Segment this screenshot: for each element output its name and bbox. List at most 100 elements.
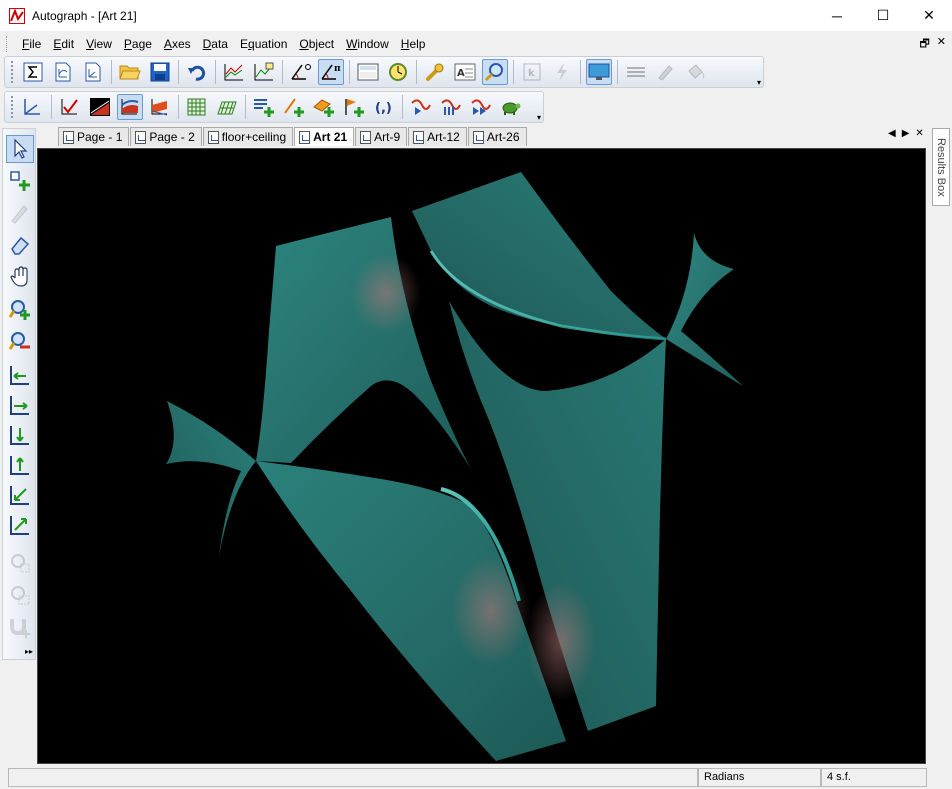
mdi-restore-button[interactable]: 🗗 bbox=[919, 35, 929, 54]
pencil-icon bbox=[6, 199, 34, 227]
turtle-icon[interactable] bbox=[498, 94, 524, 120]
add-point-icon[interactable] bbox=[6, 167, 34, 195]
color-fill-2-icon[interactable] bbox=[117, 94, 143, 120]
color-fill-1-icon[interactable] bbox=[87, 94, 113, 120]
toolbar-separator bbox=[178, 95, 179, 119]
page-icon bbox=[413, 130, 425, 144]
open-folder-icon[interactable] bbox=[117, 59, 143, 85]
menu-file[interactable]: File bbox=[16, 34, 47, 54]
tab-page-1[interactable]: Page - 1 bbox=[58, 127, 130, 146]
zoom-in-icon[interactable] bbox=[6, 295, 34, 323]
svg-text:π: π bbox=[334, 64, 341, 74]
menu-view[interactable]: View bbox=[80, 34, 118, 54]
scale-x-out-icon[interactable] bbox=[6, 391, 34, 419]
display-icon[interactable] bbox=[586, 59, 612, 85]
wrench-icon[interactable] bbox=[422, 59, 448, 85]
add-line-icon[interactable] bbox=[281, 94, 307, 120]
angle-degrees-icon[interactable] bbox=[288, 59, 314, 85]
save-icon[interactable] bbox=[147, 59, 173, 85]
results-box-tab[interactable]: Results Box bbox=[932, 128, 950, 206]
arrow-2-icon[interactable] bbox=[438, 94, 464, 120]
tick-graph-icon[interactable] bbox=[57, 94, 83, 120]
maximize-button[interactable]: ☐ bbox=[860, 0, 906, 31]
status-precision[interactable]: 4 s.f. bbox=[821, 768, 927, 787]
graph-canvas[interactable] bbox=[37, 148, 926, 764]
scale-both-out-icon[interactable] bbox=[6, 511, 34, 539]
eraser-icon[interactable] bbox=[6, 231, 34, 259]
menu-grip[interactable] bbox=[6, 36, 10, 52]
animation-controller-icon[interactable] bbox=[385, 59, 411, 85]
tab-art-26[interactable]: Art-26 bbox=[467, 127, 527, 146]
angle-radians-icon[interactable]: π bbox=[318, 59, 344, 85]
scale-both-in-icon[interactable] bbox=[6, 481, 34, 509]
text-box-icon[interactable]: A bbox=[452, 59, 478, 85]
zoom-out-icon[interactable] bbox=[6, 327, 34, 355]
zoom-magnifier-icon[interactable] bbox=[482, 59, 508, 85]
calculator-icon[interactable] bbox=[355, 59, 381, 85]
new-3d-page-icon[interactable] bbox=[80, 59, 106, 85]
arrow-3-icon[interactable] bbox=[468, 94, 494, 120]
scale-y-in-icon[interactable] bbox=[6, 421, 34, 449]
color-fill-3-icon[interactable] bbox=[147, 94, 173, 120]
scale-x-in-icon[interactable] bbox=[6, 361, 34, 389]
slow-plot-icon: k bbox=[519, 59, 545, 85]
add-equation-icon[interactable] bbox=[251, 94, 277, 120]
tab-art-12[interactable]: Art-12 bbox=[408, 127, 467, 146]
scale-y-out-icon[interactable] bbox=[6, 451, 34, 479]
minimize-button[interactable]: ─ bbox=[814, 0, 860, 31]
menu-help[interactable]: Help bbox=[395, 34, 432, 54]
graph-data-icon[interactable] bbox=[251, 59, 277, 85]
graph-stats-icon[interactable] bbox=[221, 59, 247, 85]
brackets-icon[interactable]: (,) bbox=[371, 94, 397, 120]
toolbar-overflow-icon[interactable]: ▾ bbox=[755, 57, 763, 87]
status-angle-mode[interactable]: Radians bbox=[698, 768, 821, 787]
toolstrip-overflow-icon[interactable]: ▸▸ bbox=[25, 647, 33, 656]
mdi-close-button[interactable]: ✕ bbox=[937, 35, 946, 54]
menu-page[interactable]: Page bbox=[118, 34, 158, 54]
menu-data[interactable]: Data bbox=[197, 34, 234, 54]
menu-object[interactable]: Object bbox=[293, 34, 340, 54]
toolbar-overflow-icon[interactable]: ▾ bbox=[535, 92, 543, 122]
page-tabs: Page - 1 Page - 2 floor+ceiling Art 21 Art-9… bbox=[58, 127, 528, 146]
add-flag-icon[interactable] bbox=[341, 94, 367, 120]
tab-art-21[interactable]: Art 21 bbox=[294, 127, 355, 146]
toolbar-separator bbox=[282, 60, 283, 84]
grid-icon[interactable] bbox=[184, 94, 210, 120]
tab-label: Art 21 bbox=[313, 130, 348, 144]
toolbar-separator bbox=[513, 60, 514, 84]
toolbar-separator bbox=[178, 60, 179, 84]
tab-page-2[interactable]: Page - 2 bbox=[130, 127, 202, 146]
page-icon bbox=[360, 130, 372, 144]
window-title: Autograph - [Art 21] bbox=[32, 8, 137, 23]
toolbar-separator bbox=[349, 60, 350, 84]
undo-icon[interactable] bbox=[184, 59, 210, 85]
tab-floor-ceiling[interactable]: floor+ceiling bbox=[202, 127, 294, 146]
tab-close-icon[interactable]: ✕ bbox=[915, 128, 923, 139]
arrow-1-icon[interactable] bbox=[408, 94, 434, 120]
tab-prev-icon[interactable]: ◀ bbox=[888, 128, 896, 139]
fill-bucket-icon bbox=[683, 59, 709, 85]
hand-drag-icon[interactable] bbox=[6, 263, 34, 291]
toolbar-grip[interactable] bbox=[11, 61, 14, 83]
menu-edit[interactable]: Edit bbox=[47, 34, 80, 54]
toolbar-separator bbox=[215, 60, 216, 84]
select-arrow-icon[interactable] bbox=[6, 135, 34, 163]
svg-text:k: k bbox=[528, 68, 535, 79]
sigma-icon[interactable] bbox=[20, 59, 46, 85]
new-2d-page-icon[interactable] bbox=[50, 59, 76, 85]
3d-grid-icon[interactable] bbox=[214, 94, 240, 120]
lightning-icon bbox=[549, 59, 575, 85]
axes-icon[interactable] bbox=[20, 94, 46, 120]
surface-sheet-upper-right bbox=[412, 172, 666, 339]
tab-art-9[interactable]: Art-9 bbox=[355, 127, 408, 146]
add-plane-icon[interactable] bbox=[311, 94, 337, 120]
menu-equation[interactable]: Equation bbox=[234, 34, 293, 54]
page-icon bbox=[472, 130, 484, 144]
tab-next-icon[interactable]: ▶ bbox=[902, 128, 910, 139]
menu-window[interactable]: Window bbox=[340, 34, 395, 54]
line-style-icon bbox=[623, 59, 649, 85]
toolbar-grip[interactable] bbox=[11, 96, 14, 118]
pen-icon bbox=[653, 59, 679, 85]
close-button[interactable]: ✕ bbox=[906, 0, 952, 31]
menu-axes[interactable]: Axes bbox=[158, 34, 197, 54]
